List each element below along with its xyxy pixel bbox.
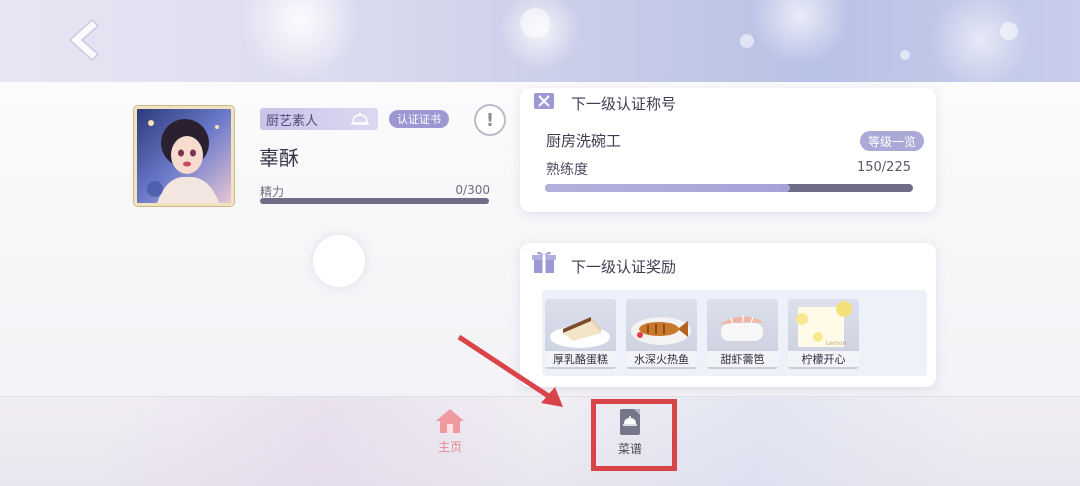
nav-home-button[interactable]: 主页 xyxy=(430,408,470,460)
back-button[interactable] xyxy=(58,14,106,66)
sparkle-bubble xyxy=(900,50,910,60)
info-button[interactable]: ! xyxy=(474,104,506,136)
level-list-label: 等级一览 xyxy=(867,134,916,149)
rank-title: 厨艺素人 xyxy=(266,113,319,129)
reward-item[interactable]: 甜虾薷笆 xyxy=(707,299,778,369)
lemon-caption: Lemon xyxy=(826,340,846,347)
level-list-button[interactable]: 等级一览 xyxy=(860,131,924,151)
grilled-fish-icon xyxy=(631,317,691,345)
lemon-drink-icon: Lemon xyxy=(796,301,852,347)
proficiency-label: 熟练度 xyxy=(546,162,588,178)
proficiency-bar xyxy=(545,184,913,192)
reward-item[interactable]: 水深火热鱼 xyxy=(626,299,697,369)
reward-item[interactable]: Lemon 柠檬开心 xyxy=(788,299,859,369)
certificate-x-icon xyxy=(534,93,554,109)
proficiency-fill xyxy=(545,184,791,192)
certificate-label: 认证证书 xyxy=(397,113,441,126)
avatar[interactable] xyxy=(134,106,234,206)
energy-bar xyxy=(260,198,489,204)
reward-item-name: 水深火热鱼 xyxy=(626,351,697,367)
energy-value: 0/300 xyxy=(455,183,490,197)
avatar-portrait-icon xyxy=(147,119,219,203)
next-reward-heading: 下一级认证奖励 xyxy=(571,258,677,276)
certificate-button[interactable]: 认证证书 xyxy=(389,110,449,128)
next-title-card: 下一级认证称号 厨房洗碗工 等级一览 熟练度 150/225 xyxy=(520,88,936,212)
exclamation-icon: ! xyxy=(485,109,495,131)
chevron-left-icon xyxy=(68,18,100,62)
proficiency-value: 150/225 xyxy=(856,160,911,175)
sparkle-bubble xyxy=(740,34,754,48)
reward-item-name: 柠檬开心 xyxy=(788,351,859,367)
reward-list: 厚乳酪蛋糕 水深火热鱼 甜虾薷笆 Lemon 柠檬开心 xyxy=(542,290,927,376)
nav-home-label: 主页 xyxy=(437,440,462,454)
annotation-highlight-box xyxy=(591,399,677,471)
annotation-arrow-icon xyxy=(457,334,563,407)
next-title-value: 厨房洗碗工 xyxy=(546,132,622,150)
sparkle-bubble xyxy=(520,8,550,38)
top-banner xyxy=(0,0,1080,82)
gift-icon xyxy=(532,251,556,273)
player-name: 辜酥 xyxy=(259,146,299,170)
reward-item-name: 甜虾薷笆 xyxy=(707,351,778,367)
cloche-icon xyxy=(351,112,369,125)
shrimp-sushi-icon xyxy=(719,315,765,341)
rank-tag: 厨艺素人 xyxy=(260,108,378,130)
touch-indicator xyxy=(313,235,365,287)
sparkle-bubble xyxy=(1000,22,1018,40)
next-title-heading: 下一级认证称号 xyxy=(571,95,677,113)
next-reward-card: 下一级认证奖励 厚乳酪蛋糕 水深火热鱼 甜虾薷笆 Lemon 柠檬开心 xyxy=(520,243,936,387)
